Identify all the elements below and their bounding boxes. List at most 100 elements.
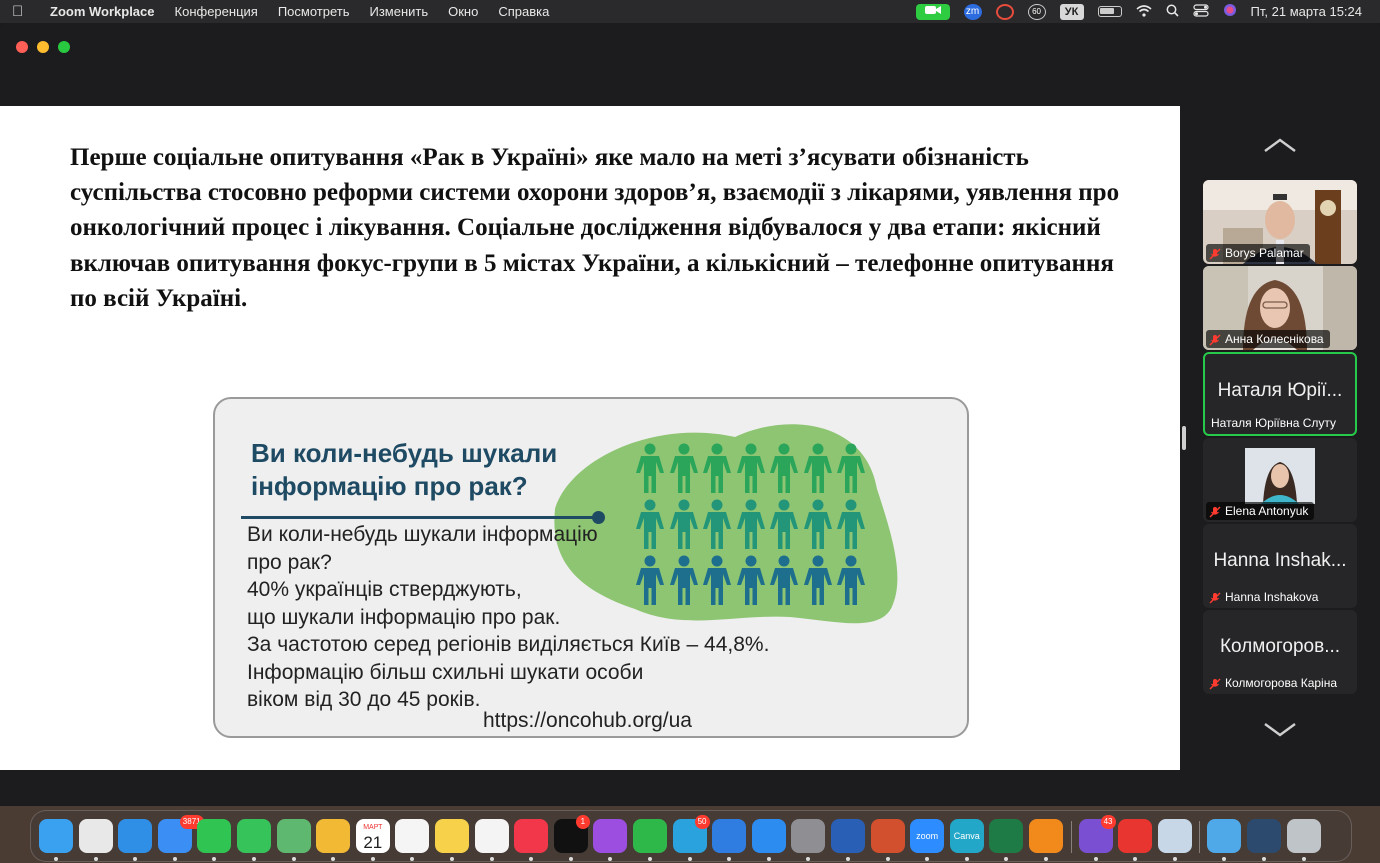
vlc-icon[interactable] — [1029, 819, 1063, 853]
calendar-month: МАРТ — [363, 824, 383, 831]
siri-icon[interactable] — [1223, 3, 1237, 20]
participant-display-name: Наталя Юрії... — [1217, 380, 1343, 401]
running-indicator — [1093, 857, 1098, 861]
menu-edit[interactable]: Изменить — [369, 4, 428, 19]
finder-icon[interactable] — [39, 819, 73, 853]
muted-microphone-icon — [1209, 677, 1221, 690]
gallery-scroll-down-icon[interactable] — [1262, 720, 1298, 740]
participant-name-label: Borys Palamar — [1206, 244, 1310, 262]
menu-bar-clock[interactable]: Пт, 21 марта 15:24 — [1251, 4, 1362, 19]
participant-tile-natalia-slutu-speaking[interactable]: Наталя Юрії... Наталя Юріївна Слуту — [1203, 352, 1357, 436]
menu-help[interactable]: Справка — [498, 4, 549, 19]
person-pictogram-icon — [736, 443, 766, 495]
preview-icon[interactable] — [1157, 819, 1192, 853]
running-indicator — [252, 857, 256, 861]
participant-tile-kolmogorova-karina[interactable]: Колмогоров... Колмогорова Каріна — [1203, 610, 1357, 694]
vpn-status-icon[interactable]: 60 — [1027, 3, 1046, 20]
anydesk-icon[interactable] — [1118, 819, 1153, 853]
keyboard-layout-icon[interactable]: УК — [1059, 3, 1084, 20]
launchpad-icon[interactable] — [78, 819, 113, 853]
menu-window[interactable]: Окно — [448, 4, 478, 19]
person-pictogram-icon — [702, 443, 732, 495]
apple-menu-icon[interactable]:  — [12, 3, 30, 20]
person-pictogram-icon — [769, 499, 799, 551]
panel-resize-handle[interactable] — [1182, 426, 1186, 450]
notes-icon[interactable] — [435, 819, 469, 853]
running-indicator — [529, 857, 534, 861]
canva-icon[interactable]: Canva — [949, 819, 984, 853]
participant-name-label: Elena Antonyuk — [1206, 502, 1315, 520]
safari-icon[interactable] — [118, 819, 153, 853]
person-pictogram-icon — [669, 555, 699, 607]
running-indicator — [331, 857, 336, 861]
participant-name-label: Hanna Inshakova — [1206, 588, 1324, 606]
dock-badge: 1 — [575, 815, 590, 829]
person-pictogram-icon — [635, 443, 665, 495]
calendar-icon[interactable]: МАРТ 21 — [355, 819, 390, 853]
person-pictogram-icon — [736, 499, 766, 551]
maps-icon[interactable] — [276, 819, 311, 853]
zoom-camera-status-icon[interactable] — [915, 3, 950, 20]
participant-tile-anna-kolesnikova[interactable]: Анна Колеснікова — [1203, 266, 1357, 350]
participant-name-label: Колмогорова Каріна — [1206, 674, 1343, 692]
participant-tile-elena-antonyuk[interactable]: Elena Antonyuk — [1203, 438, 1357, 522]
powerpoint-icon[interactable] — [870, 819, 905, 853]
person-pictogram-icon — [803, 555, 833, 607]
control-center-icon[interactable] — [1192, 3, 1209, 20]
running-indicator — [450, 857, 454, 861]
participant-name-label: Анна Колеснікова — [1206, 330, 1330, 348]
close-window-button[interactable] — [16, 41, 28, 53]
dock-separator — [1070, 821, 1072, 853]
menu-bar:  Zoom Workplace Конференция Посмотреть … — [0, 0, 1380, 23]
participant-display-name: Hanna Inshak... — [1213, 550, 1347, 571]
fullscreen-window-button[interactable] — [58, 41, 70, 53]
person-pictogram-icon — [803, 499, 833, 551]
photos-icon[interactable] — [316, 819, 351, 853]
dock-icon-label: zoom — [916, 831, 939, 841]
battery-icon[interactable] — [1097, 6, 1122, 17]
running-indicator — [766, 857, 771, 861]
infographic-card: Ви коли-небудь шукали інформацію про рак… — [213, 397, 969, 738]
participant-name-label: Наталя Юріївна Слуту — [1211, 416, 1337, 430]
person-pictogram-icon — [736, 555, 766, 607]
podcasts-icon[interactable] — [593, 819, 628, 853]
numbers-icon[interactable] — [633, 819, 667, 853]
person-pictogram-icon — [769, 443, 799, 495]
zoom-status-icon[interactable]: zm — [963, 3, 982, 20]
spotlight-search-icon[interactable] — [1166, 4, 1179, 20]
person-pictogram-icon — [702, 499, 732, 551]
music-icon[interactable] — [514, 819, 549, 853]
running-indicator — [568, 857, 573, 861]
zoom-icon[interactable]: zoom — [910, 819, 945, 853]
gallery-scroll-up-icon[interactable] — [1262, 135, 1298, 155]
trash-icon[interactable] — [1286, 819, 1321, 853]
running-indicator — [1222, 857, 1227, 861]
keynote-icon[interactable] — [712, 819, 747, 853]
running-indicator — [1172, 857, 1177, 861]
recording-status-icon[interactable] — [995, 3, 1014, 20]
screenshot-stack-icon[interactable] — [1247, 819, 1281, 853]
person-pictogram-icon — [669, 443, 699, 495]
running-indicator — [727, 857, 732, 861]
messages-icon[interactable] — [237, 819, 271, 853]
participant-tile-hanna-inshakova[interactable]: Hanna Inshak... Hanna Inshakova — [1203, 524, 1357, 608]
freeform-icon[interactable] — [474, 819, 509, 853]
menu-view[interactable]: Посмотреть — [278, 4, 350, 19]
downloads-folder-icon[interactable] — [1207, 819, 1242, 853]
participant-tile-borys-palamar[interactable]: Borys Palamar — [1203, 180, 1357, 264]
minimize-window-button[interactable] — [37, 41, 49, 53]
running-indicator — [964, 857, 969, 861]
word-icon[interactable] — [831, 819, 865, 853]
app-menu[interactable]: Zoom Workplace — [50, 4, 155, 19]
wifi-icon[interactable] — [1136, 4, 1152, 20]
app-store-icon[interactable] — [751, 819, 786, 853]
running-indicator — [846, 857, 850, 861]
reminders-icon[interactable] — [395, 819, 430, 853]
system-settings-icon[interactable] — [791, 819, 826, 853]
excel-icon[interactable] — [989, 819, 1024, 853]
running-indicator — [925, 857, 930, 861]
body-line: Інформацію більш схильні шукати особи — [247, 660, 644, 684]
menu-conference[interactable]: Конференция — [175, 4, 258, 19]
dock-badge: 50 — [694, 815, 710, 829]
facetime-icon[interactable] — [197, 819, 232, 853]
